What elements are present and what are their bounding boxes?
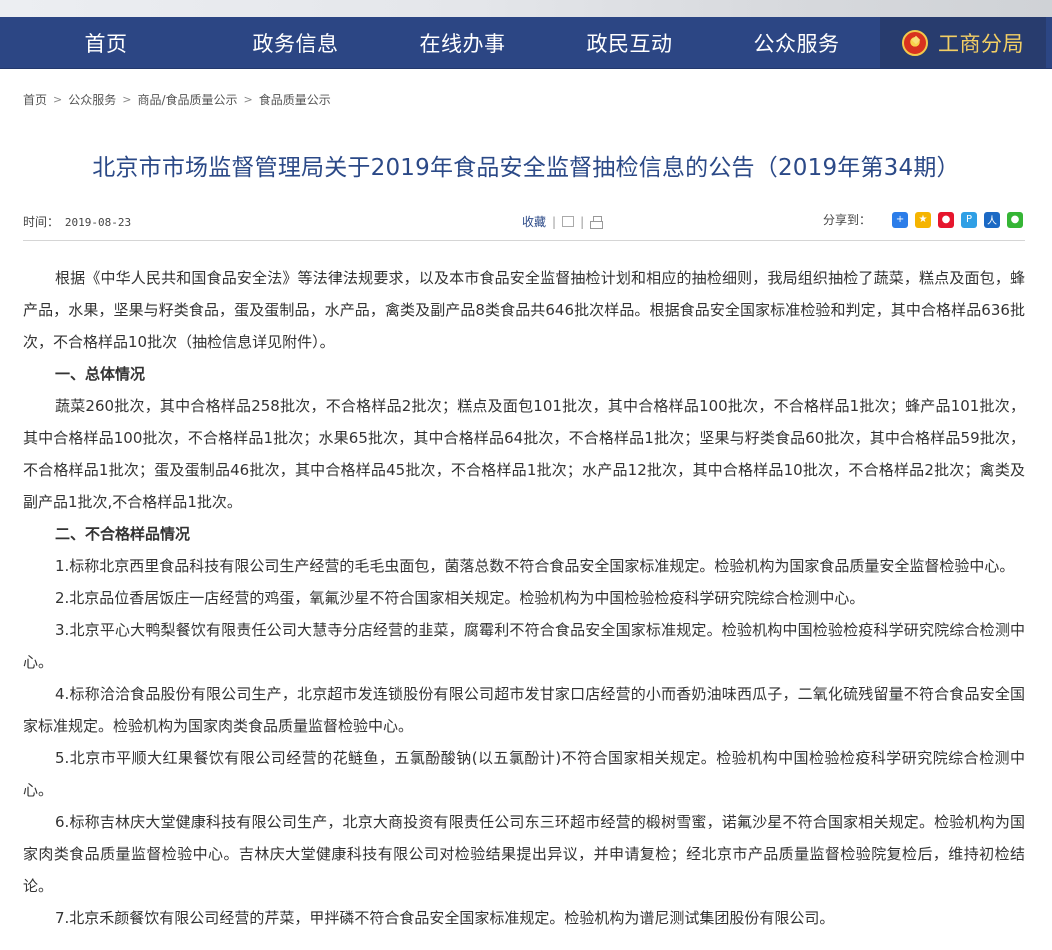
top-banner-strip	[0, 0, 1052, 17]
plus-share-icon[interactable]: +	[892, 211, 909, 228]
publish-time: 时间： 2019-08-23	[23, 213, 131, 230]
unqualified-item: 5.北京市平顺大红果餐饮有限公司经营的花鲢鱼，五氯酚酸钠(以五氯酚计)不符合国家…	[23, 749, 1025, 799]
national-emblem-icon	[902, 29, 928, 56]
breadcrumb-public-services[interactable]: 公众服务	[68, 91, 116, 108]
unqualified-item: 2.北京品位香居饭庄一店经营的鸡蛋，氧氟沙星不符合国家相关规定。检验机构为中国检…	[55, 589, 865, 607]
nav-interaction-label: 政民互动	[586, 31, 673, 56]
share-label: 分享到：	[823, 213, 872, 227]
section-heading-overall: 一、总体情况	[55, 365, 146, 383]
share-icons: + ★ ● P 人 ●	[885, 211, 1024, 228]
nav-government-info[interactable]: 政务信息	[212, 17, 379, 68]
breadcrumb-food-quality[interactable]: 食品质量公示	[259, 91, 331, 108]
share-bar: 分享到： + ★ ● P 人 ●	[823, 211, 1024, 228]
intro-paragraph: 根据《中华人民共和国食品安全法》等法律法规要求，以及本市食品安全监督抽检计划和相…	[23, 269, 1025, 351]
nav-branch-offices[interactable]: 工商分局	[880, 17, 1046, 68]
tencent-weibo-share-icon[interactable]: P	[961, 211, 978, 228]
nav-branch-offices-label: 工商分局	[938, 31, 1024, 56]
article-body: 根据《中华人民共和国食品安全法》等法律法规要求，以及本市食品安全监督抽检计划和相…	[23, 262, 1025, 934]
image-icon[interactable]	[562, 216, 575, 227]
nav-home-label: 首页	[84, 31, 128, 56]
nav-online-services[interactable]: 在线办事	[379, 17, 546, 68]
divider: |	[552, 214, 557, 229]
time-label: 时间：	[23, 215, 60, 229]
main-nav: 首页 政务信息 在线办事 政民互动 公众服务 工商分局	[0, 17, 1052, 69]
unqualified-item: 6.标称吉林庆大堂健康科技有限公司生产，北京大商投资有限责任公司东三环超市经营的…	[23, 813, 1025, 895]
article-meta: 时间： 2019-08-23 收藏 | | 分享到： + ★ ● P 人 ●	[23, 210, 1025, 241]
article-tools: 收藏 | |	[522, 213, 604, 230]
unqualified-item: 1.标称北京西里食品科技有限公司生产经营的毛毛虫面包，菌落总数不符合食品安全国家…	[55, 557, 1015, 575]
favorite-link[interactable]: 收藏	[522, 213, 546, 230]
nav-interaction[interactable]: 政民互动	[546, 17, 713, 68]
chevron-right-icon: >	[243, 93, 253, 106]
renren-share-icon[interactable]: 人	[984, 211, 1001, 228]
chevron-right-icon: >	[122, 93, 132, 106]
nav-home[interactable]: 首页	[0, 17, 212, 68]
nav-government-info-label: 政务信息	[252, 31, 339, 56]
breadcrumb-home[interactable]: 首页	[23, 91, 47, 108]
wechat-share-icon[interactable]: ●	[1007, 211, 1024, 228]
unqualified-item: 3.北京平心大鸭梨餐饮有限责任公司大慧寺分店经营的韭菜，腐霉利不符合食品安全国家…	[23, 621, 1025, 671]
qzone-share-icon[interactable]: ★	[915, 211, 932, 228]
divider: |	[580, 214, 585, 229]
time-value: 2019-08-23	[64, 216, 132, 229]
unqualified-item: 7.北京禾颜餐饮有限公司经营的芹菜，甲拌磷不符合食品安全国家标准规定。检验机构为…	[55, 909, 835, 927]
print-icon[interactable]	[590, 215, 604, 229]
nav-public-services[interactable]: 公众服务	[713, 17, 880, 68]
overall-paragraph: 蔬菜260批次，其中合格样品258批次，不合格样品2批次；糕点及面包101批次，…	[23, 397, 1025, 511]
nav-online-services-label: 在线办事	[419, 31, 506, 56]
nav-public-services-label: 公众服务	[753, 31, 840, 56]
unqualified-item: 4.标称洽洽食品股份有限公司生产，北京超市发连锁股份有限公司超市发甘家口店经营的…	[23, 685, 1025, 735]
section-heading-unqualified: 二、不合格样品情况	[55, 525, 191, 543]
page-title: 北京市市场监督管理局关于2019年食品安全监督抽检信息的公告（2019年第34期…	[92, 155, 960, 181]
breadcrumb: 首页 > 公众服务 > 商品/食品质量公示 > 食品质量公示	[23, 91, 331, 108]
chevron-right-icon: >	[53, 93, 63, 106]
weibo-share-icon[interactable]: ●	[938, 211, 955, 228]
breadcrumb-quality-notices[interactable]: 商品/食品质量公示	[137, 91, 237, 108]
